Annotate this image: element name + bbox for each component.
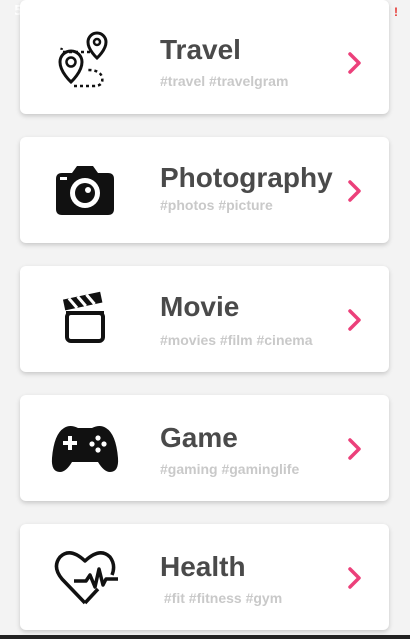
category-title: Travel <box>160 34 241 65</box>
alert-icon: ! <box>394 5 398 19</box>
category-title: Health <box>160 551 246 582</box>
category-title: Movie <box>160 291 240 322</box>
gamepad-icon <box>50 414 120 484</box>
map-pin-route-icon <box>50 30 120 100</box>
category-card-movie[interactable]: Movie #movies #film #cinema <box>20 266 389 372</box>
category-tags: #fit #fitness #gym <box>160 590 283 606</box>
navigation-bar <box>0 635 410 639</box>
chevron-right-icon[interactable] <box>347 179 363 203</box>
category-card-health[interactable]: Health #fit #fitness #gym <box>20 524 389 630</box>
chevron-right-icon[interactable] <box>347 437 363 461</box>
category-card-photography[interactable]: Photography #photos #picture <box>20 137 389 243</box>
chevron-right-icon[interactable] <box>347 308 363 332</box>
camera-icon <box>50 157 120 227</box>
category-card-travel[interactable]: Travel #travel #travelgram <box>20 0 389 114</box>
clapperboard-icon <box>50 285 120 355</box>
chevron-right-icon[interactable] <box>347 51 363 75</box>
category-title: Photography <box>160 162 333 193</box>
category-tags: #movies #film #cinema <box>160 332 313 348</box>
category-tags: #photos #picture <box>160 197 273 213</box>
chevron-right-icon[interactable] <box>347 566 363 590</box>
category-tags: #gaming #gaminglife <box>160 461 300 477</box>
category-tags: #travel #travelgram <box>160 73 289 89</box>
category-card-game[interactable]: Game #gaming #gaminglife <box>20 395 389 501</box>
heartbeat-icon <box>50 543 120 613</box>
category-title: Game <box>160 422 238 453</box>
